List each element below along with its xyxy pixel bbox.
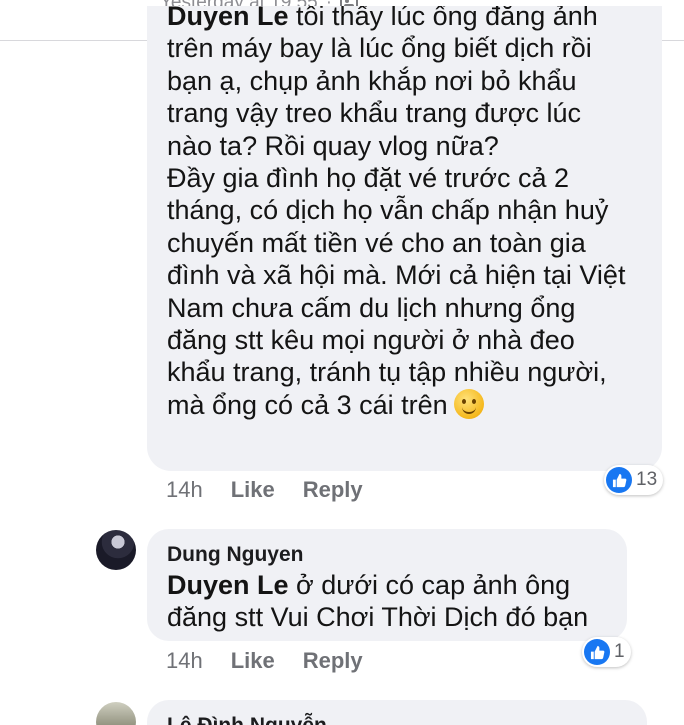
comment-text: Duyen Le tôi thấy lúc ổng đăng ảnh trên … — [167, 6, 662, 421]
smile-emoji-icon — [453, 388, 484, 419]
comment-author[interactable]: Lê Đình Nguyễn — [167, 714, 327, 725]
avatar[interactable] — [96, 702, 136, 725]
comment-text: Duyen Le ở dưới có cap ảnh ông đăng stt … — [167, 569, 617, 634]
reply-button[interactable]: Reply — [303, 648, 363, 674]
comment-text-body: trên máy bay là lúc ổng biết dịch rồi bạ… — [167, 33, 626, 420]
reaction-count: 13 — [636, 469, 658, 490]
like-reaction-icon — [584, 639, 610, 665]
comment-actions: 14h Like Reply — [166, 477, 363, 503]
comment-bubble[interactable]: Duyen Le tôi thấy lúc ổng đăng ảnh trên … — [147, 6, 662, 471]
like-reaction-icon — [606, 467, 632, 493]
reaction-summary[interactable]: 13 — [604, 465, 664, 495]
comment-time[interactable]: 14h — [166, 648, 203, 674]
mention-link[interactable]: Duyen Le — [167, 6, 289, 31]
comment-bubble[interactable]: Lê Đình Nguyễn — [147, 700, 647, 725]
reply-button[interactable]: Reply — [303, 477, 363, 503]
like-button[interactable]: Like — [231, 477, 275, 503]
reaction-count: 1 — [614, 641, 625, 662]
comment-text-first-line: tôi thấy lúc ổng đăng ảnh — [288, 6, 598, 31]
comment-time[interactable]: 14h — [166, 477, 203, 503]
comment-bubble[interactable]: Dung Nguyen Duyen Le ở dưới có cap ảnh ô… — [147, 529, 627, 641]
reaction-summary[interactable]: 1 — [582, 637, 631, 667]
comment-actions: 14h Like Reply — [166, 648, 363, 674]
mention-link[interactable]: Duyen Le — [167, 570, 289, 600]
like-button[interactable]: Like — [231, 648, 275, 674]
comment-author[interactable]: Dung Nguyen — [167, 543, 304, 567]
avatar[interactable] — [96, 530, 136, 570]
